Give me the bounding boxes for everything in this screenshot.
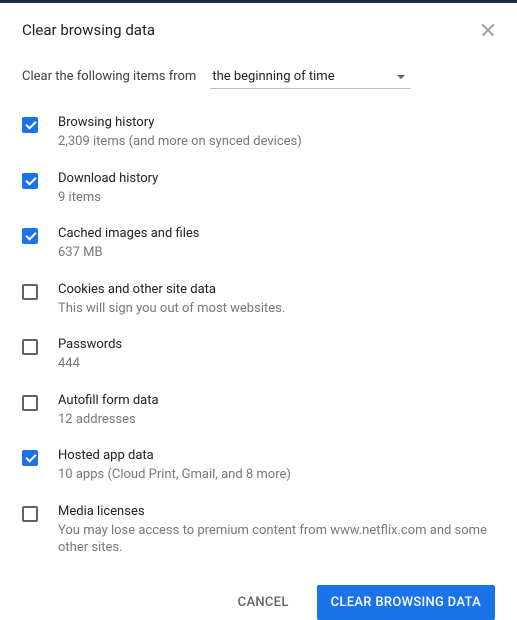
item-label: Hosted app data [58, 448, 291, 463]
item-label: Passwords [58, 337, 122, 352]
dialog-header: Clear browsing data [22, 21, 495, 39]
list-item: Download history 9 items [22, 171, 495, 207]
item-text: Passwords 444 [58, 337, 122, 373]
list-item: Browsing history 2,309 items (and more on… [22, 115, 495, 151]
item-text: Browsing history 2,309 items (and more on… [58, 115, 302, 151]
list-item: Passwords 444 [22, 337, 495, 373]
timeframe-label: Clear the following items from [22, 69, 196, 84]
item-desc: 10 apps (Cloud Print, Gmail, and 8 more) [58, 466, 291, 484]
checkbox[interactable] [22, 228, 38, 244]
item-desc: This will sign you out of most websites. [58, 300, 285, 318]
timeframe-dropdown[interactable]: the beginning of time [210, 65, 410, 89]
timeframe-selected: the beginning of time [212, 69, 334, 84]
checkbox[interactable] [22, 173, 38, 189]
dialog-actions: CANCEL CLEAR BROWSING DATA [22, 577, 495, 620]
timeframe-row: Clear the following items from the begin… [22, 65, 495, 89]
list-item: Media licenses You may lose access to pre… [22, 504, 495, 557]
item-desc: You may lose access to premium content f… [58, 522, 495, 557]
item-label: Cached images and files [58, 226, 199, 241]
checkbox[interactable] [22, 450, 38, 466]
items-list: Browsing history 2,309 items (and more on… [22, 115, 495, 577]
checkbox[interactable] [22, 117, 38, 133]
checkbox[interactable] [22, 506, 38, 522]
item-text: Download history 9 items [58, 171, 158, 207]
list-item: Hosted app data 10 apps (Cloud Print, Gma… [22, 448, 495, 484]
clear-browsing-data-button[interactable]: CLEAR BROWSING DATA [317, 585, 495, 620]
cancel-button[interactable]: CANCEL [224, 585, 303, 620]
item-desc: 637 MB [58, 244, 199, 262]
item-desc: 12 addresses [58, 411, 159, 429]
item-desc: 2,309 items (and more on synced devices) [58, 133, 302, 151]
item-label: Media licenses [58, 504, 495, 519]
item-text: Cookies and other site data This will sig… [58, 282, 285, 318]
checkbox[interactable] [22, 284, 38, 300]
item-desc: 444 [58, 355, 122, 373]
item-label: Autofill form data [58, 393, 159, 408]
list-item: Cached images and files 637 MB [22, 226, 495, 262]
checkbox[interactable] [22, 395, 38, 411]
list-item: Cookies and other site data This will sig… [22, 282, 495, 318]
clear-browsing-data-dialog: Clear browsing data Clear the following … [0, 3, 517, 570]
item-label: Cookies and other site data [58, 282, 285, 297]
dialog-title: Clear browsing data [22, 21, 155, 39]
item-label: Browsing history [58, 115, 302, 130]
item-text: Hosted app data 10 apps (Cloud Print, Gma… [58, 448, 291, 484]
checkbox[interactable] [22, 339, 38, 355]
item-text: Media licenses You may lose access to pre… [58, 504, 495, 557]
item-text: Cached images and files 637 MB [58, 226, 199, 262]
close-icon[interactable] [481, 23, 495, 37]
item-text: Autofill form data 12 addresses [58, 393, 159, 429]
chevron-down-icon [397, 75, 405, 79]
item-desc: 9 items [58, 189, 158, 207]
item-label: Download history [58, 171, 158, 186]
list-item: Autofill form data 12 addresses [22, 393, 495, 429]
